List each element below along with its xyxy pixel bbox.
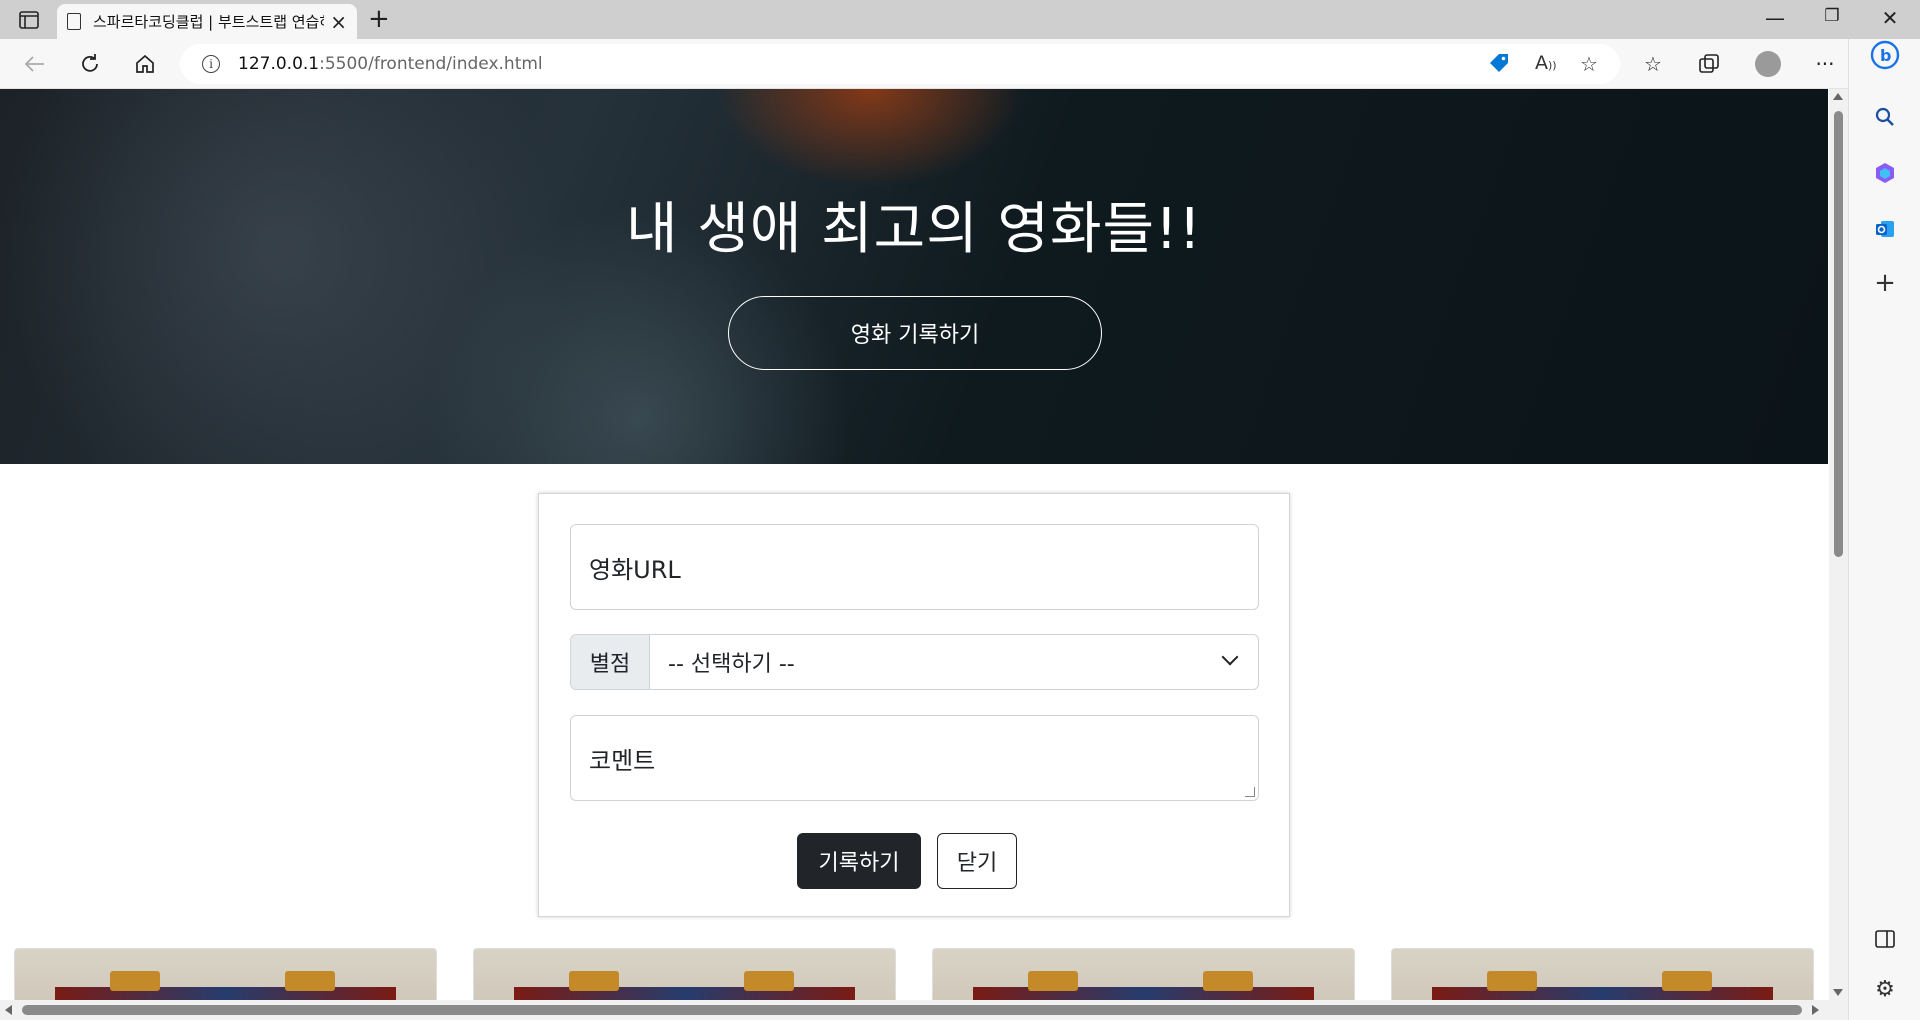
poster-emblem — [1203, 971, 1253, 991]
horizontal-scrollbar[interactable] — [0, 1000, 1848, 1020]
search-icon[interactable] — [1869, 101, 1901, 133]
edge-sidebar: b + ⚙ — [1848, 39, 1920, 1020]
chevron-down-icon — [1221, 648, 1239, 666]
movie-card[interactable] — [932, 948, 1355, 1000]
poster-emblem — [569, 971, 619, 991]
comment-textarea[interactable]: 코멘트 — [570, 715, 1259, 801]
scroll-up-icon[interactable] — [1833, 93, 1843, 100]
split-view-icon[interactable] — [1869, 923, 1901, 955]
outlook-icon[interactable] — [1869, 213, 1901, 245]
hero-banner: 내 생애 최고의 영화들!! 영화 기록하기 — [0, 89, 1828, 464]
movie-url-placeholder: 영화URL — [589, 555, 681, 584]
rating-selected-value: -- 선택하기 -- — [668, 652, 795, 677]
page-icon — [67, 13, 81, 30]
poster-emblem — [1487, 971, 1537, 991]
restore-button[interactable]: ❐ — [1817, 6, 1847, 26]
rating-select-group: 별점 -- 선택하기 -- — [570, 634, 1259, 690]
read-aloud-icon[interactable]: A)) — [1535, 52, 1557, 74]
more-menu-icon[interactable]: ··· — [1810, 49, 1840, 79]
save-button[interactable]: 기록하기 — [797, 833, 921, 889]
favorites-icon[interactable]: ☆ — [1638, 49, 1668, 79]
poster-image — [55, 987, 396, 1000]
svg-text:b: b — [1880, 46, 1891, 65]
browser-toolbar: i 127.0.0.1 :5500/frontend/index.html A)… — [0, 39, 1920, 89]
scroll-right-icon[interactable] — [1812, 1005, 1819, 1015]
poster-image — [1432, 987, 1773, 1000]
poster-emblem — [285, 971, 335, 991]
page-title: 내 생애 최고의 영화들!! — [626, 197, 1202, 262]
movie-post-form: 영화URL 별점 -- 선택하기 -- 코멘트 기록하기 닫기 — [538, 493, 1290, 917]
close-tab-icon[interactable]: × — [330, 12, 347, 32]
movie-url-input[interactable]: 영화URL — [570, 524, 1259, 610]
home-icon[interactable] — [130, 49, 160, 79]
url-host: 127.0.0.1 — [238, 54, 320, 74]
vertical-scroll-thumb[interactable] — [1834, 111, 1843, 557]
site-info-icon[interactable]: i — [202, 55, 220, 73]
poster-emblem — [1662, 971, 1712, 991]
rating-label: 별점 — [571, 635, 650, 689]
vertical-scrollbar[interactable] — [1829, 89, 1848, 1000]
coupon-tag-icon[interactable] — [1488, 52, 1510, 79]
new-tab-button[interactable]: + — [368, 5, 390, 33]
scroll-left-icon[interactable] — [5, 1005, 12, 1015]
back-icon[interactable] — [20, 49, 50, 79]
minimize-button[interactable]: — — [1760, 6, 1790, 30]
tab-actions-icon[interactable] — [18, 9, 40, 31]
refresh-icon[interactable] — [75, 49, 105, 79]
add-sidebar-app-icon[interactable]: + — [1869, 267, 1901, 299]
profile-avatar[interactable] — [1755, 51, 1781, 77]
resize-handle-icon[interactable] — [1245, 787, 1255, 797]
browser-tab[interactable]: 스파르타코딩클럽 | 부트스트랩 연습하기 × — [57, 4, 357, 39]
address-bar[interactable]: i 127.0.0.1 :5500/frontend/index.html — [180, 44, 1620, 84]
bing-copilot-icon[interactable]: b — [1869, 39, 1901, 71]
poster-emblem — [110, 971, 160, 991]
poster-image — [973, 987, 1314, 1000]
poster-emblem — [1028, 971, 1078, 991]
scroll-down-icon[interactable] — [1833, 989, 1843, 996]
url-path: :5500/frontend/index.html — [319, 54, 543, 74]
title-bar: 스파르타코딩클럽 | 부트스트랩 연습하기 × + — ❐ ✕ — [0, 0, 1920, 39]
add-favorite-icon[interactable]: ☆ — [1580, 52, 1598, 76]
office-icon[interactable] — [1869, 157, 1901, 189]
comment-placeholder: 코멘트 — [589, 746, 656, 775]
close-window-button[interactable]: ✕ — [1875, 6, 1905, 30]
poster-image — [514, 987, 855, 1000]
horizontal-scroll-thumb[interactable] — [22, 1005, 1802, 1015]
movie-card[interactable] — [14, 948, 437, 1000]
collections-icon[interactable] — [1694, 49, 1724, 79]
movie-card[interactable] — [473, 948, 896, 1000]
record-movie-button[interactable]: 영화 기록하기 — [728, 296, 1102, 370]
movie-card[interactable] — [1391, 948, 1814, 1000]
rating-select[interactable]: -- 선택하기 -- — [650, 635, 1258, 689]
close-button[interactable]: 닫기 — [937, 833, 1017, 889]
poster-emblem — [744, 971, 794, 991]
settings-gear-icon[interactable]: ⚙ — [1869, 973, 1901, 1005]
page-viewport: 내 생애 최고의 영화들!! 영화 기록하기 영화URL 별점 -- 선택하기 … — [0, 89, 1828, 1000]
tab-title: 스파르타코딩클럽 | 부트스트랩 연습하기 — [93, 13, 325, 31]
